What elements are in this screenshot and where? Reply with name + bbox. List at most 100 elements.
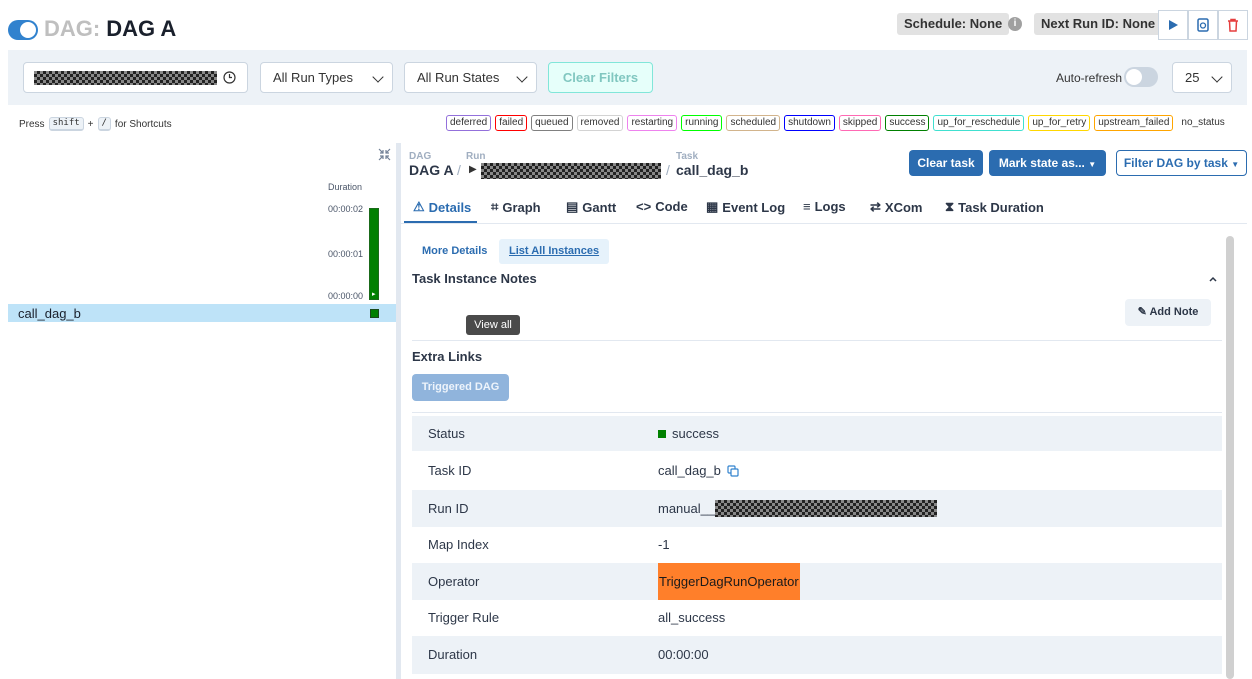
mark-state-label: Mark state as... [998,156,1085,170]
graph-icon: ⌗ [491,199,499,214]
clear-filters-button[interactable]: Clear Filters [548,62,653,93]
tab-divider [400,223,1247,224]
xcom-icon: ⇄ [870,199,881,214]
legend-item-restarting[interactable]: restarting [627,115,678,131]
gantt-icon: ▤ [566,199,579,214]
run-type-select[interactable]: All Run Types [260,62,393,93]
legend-item-running[interactable]: running [681,115,723,131]
legend-item-failed[interactable]: failed [495,115,528,131]
redacted-date [34,71,217,85]
detail-key: Operator [428,574,480,589]
collapse-icon[interactable] [378,148,391,161]
duration-tick: 00:00:02 [328,204,364,214]
tab-details[interactable]: ⚠ Details [413,199,471,215]
tab-label: Code [655,199,688,214]
legend-item-removed[interactable]: removed [576,115,624,131]
status-legend: deferred failed queued removed restarting run… [446,115,1229,131]
notes-title: Task Instance Notes [412,271,537,286]
duration-label: Duration [328,182,363,192]
tab-gantt[interactable]: ▤ Gantt [566,199,616,215]
legend-item-shutdown[interactable]: shutdown [784,115,835,131]
duration-tick: 00:00:00 [328,291,364,301]
legend-item-upstream-failed[interactable]: upstream_failed [1094,115,1174,131]
tab-label: Event Log [722,199,786,215]
mark-state-button[interactable]: Mark state as... ▼ [989,150,1106,176]
filter-dag-label: Filter DAG by task [1123,156,1228,170]
trigger-dag-button[interactable] [1158,10,1188,40]
run-play-icon: ▸ [372,291,376,298]
tab-logs[interactable]: ≡ Logs [803,199,846,214]
tab-label: Details [428,199,472,215]
legend-item-up-for-retry[interactable]: up_for_retry [1028,115,1091,131]
detail-key: Map Index [428,537,489,552]
task-name[interactable]: call_dag_b [18,306,81,321]
section-divider [412,340,1222,341]
warning-icon: ⚠ [413,199,425,214]
reparse-dag-button[interactable] [1188,10,1218,40]
auto-refresh-label: Auto-refresh [1056,71,1123,85]
view-all-tooltip: View all [466,315,520,335]
run-duration-bar[interactable] [369,208,379,300]
shortcut-hint: Press shift + / for Shortcuts [19,117,172,131]
tab-code[interactable]: <> Code [636,199,688,214]
legend-item-queued[interactable]: queued [531,115,573,131]
detail-key: Status [428,426,465,441]
run-id-value: manual__ [658,501,716,516]
duration-tick: 00:00:01 [328,249,364,259]
breadcrumb-task[interactable]: call_dag_b [676,162,748,178]
logs-icon: ≡ [803,199,811,214]
tab-graph[interactable]: ⌗ Graph [491,199,541,215]
more-details-button[interactable]: More Details [412,239,497,264]
triggered-dag-button[interactable]: Triggered DAG [412,374,509,401]
base-date-input[interactable] [23,62,248,93]
task-instance-square[interactable] [370,309,379,318]
status-value: success [672,426,719,441]
shortcut-plus: + [87,118,94,130]
tab-event-log[interactable]: ▦ Event Log [706,199,785,215]
auto-refresh-toggle[interactable] [1124,67,1158,87]
status-square [658,429,666,438]
detail-key: Duration [428,647,478,662]
detail-value: all_success [658,610,726,625]
add-note-button[interactable]: ✎ Add Note [1125,299,1211,326]
tab-active-indicator [404,221,477,223]
task-id-value: call_dag_b [658,463,721,478]
refresh-file-icon [1197,18,1209,32]
run-state-select[interactable]: All Run States [404,62,537,93]
info-icon[interactable]: i [1008,17,1022,31]
breadcrumb-run-label: Run [466,151,486,162]
legend-item-success[interactable]: success [885,115,930,131]
clock-icon [223,71,236,84]
add-note-label: Add Note [1149,306,1199,318]
extra-links-title: Extra Links [412,349,483,364]
tab-xcom[interactable]: ⇄ XCom [870,199,922,215]
details-table: Status success Task ID call_dag_b Run ID… [412,416,1222,674]
page-size-select[interactable]: 25 [1172,62,1232,93]
breadcrumb-dag[interactable]: DAG A [409,162,454,178]
delete-dag-button[interactable] [1218,10,1248,40]
legend-item-no-status[interactable]: no_status [1177,115,1228,131]
schedule-badge: Schedule: None [897,13,1010,35]
clear-task-button[interactable]: Clear task [909,150,983,176]
shortcut-press-text: Press [19,118,45,130]
dag-title-name: DAG A [106,16,177,41]
details-scrollbar[interactable] [1226,236,1234,679]
legend-item-up-for-reschedule[interactable]: up_for_reschedule [933,115,1025,131]
chevron-up-icon[interactable] [1208,274,1218,284]
shift-key: shift [48,117,84,131]
dag-pause-toggle[interactable] [8,20,38,40]
next-run-badge: Next Run ID: None [1034,13,1163,35]
run-play-icon: ▶ [469,164,477,175]
filter-dag-button[interactable]: Filter DAG by task ▼ [1116,150,1247,176]
table-row: Run ID manual__ [412,490,1222,527]
legend-item-deferred[interactable]: deferred [446,115,492,131]
list-all-instances-button[interactable]: List All Instances [499,239,610,264]
breadcrumb-run-redacted[interactable] [481,163,661,179]
table-row: Status success [412,416,1222,451]
breadcrumb-separator: / [666,162,670,178]
chevron-down-icon [372,71,384,83]
tab-task-duration[interactable]: ⧗ Task Duration [945,199,1044,215]
legend-item-scheduled[interactable]: scheduled [726,115,781,131]
legend-item-skipped[interactable]: skipped [838,115,882,131]
copy-icon[interactable] [727,464,739,477]
